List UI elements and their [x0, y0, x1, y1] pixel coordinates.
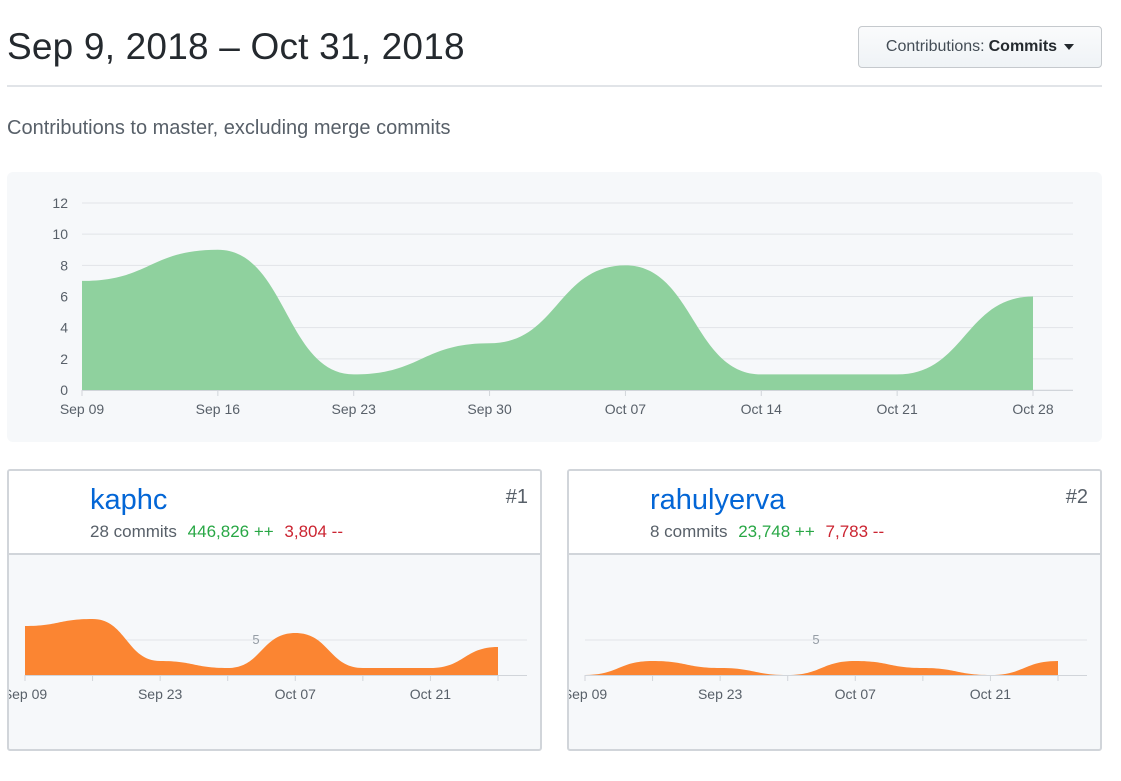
x-tick-label: Sep 09 — [569, 686, 607, 702]
y-tick-label: 8 — [60, 257, 68, 273]
header-divider — [7, 85, 1102, 87]
contributor-stats: 8 commits 23,748 ++ 7,783 -- — [650, 522, 884, 542]
commit-count: 28 commits — [90, 522, 177, 541]
x-tick-label: Sep 23 — [698, 686, 743, 702]
y-tick-label: 10 — [52, 226, 68, 242]
x-tick-label: Oct 21 — [410, 686, 451, 702]
series-area — [82, 249, 1033, 390]
contributor-card-header: kaphc #1 28 commits 446,826 ++ 3,804 -- — [9, 471, 540, 555]
contributions-dropdown-button[interactable]: Contributions: Commits — [858, 26, 1102, 68]
y-tick-label: 5 — [812, 632, 819, 647]
additions-count: 23,748 ++ — [738, 522, 815, 541]
x-tick-label: Oct 21 — [970, 686, 1011, 702]
x-tick-label: Sep 16 — [196, 401, 241, 417]
x-tick-label: Oct 07 — [835, 686, 876, 702]
x-tick-label: Oct 14 — [741, 401, 782, 417]
y-tick-label: 5 — [252, 632, 259, 647]
contributor-card-header: rahulyerva #2 8 commits 23,748 ++ 7,783 … — [569, 471, 1100, 555]
x-tick-label: Sep 23 — [332, 401, 377, 417]
series-area — [25, 619, 498, 675]
contributor-username-link[interactable]: kaphc — [90, 484, 167, 517]
y-tick-label: 4 — [60, 320, 68, 336]
y-tick-label: 2 — [60, 351, 68, 367]
y-tick-label: 0 — [60, 382, 68, 398]
contributor-card-kaphc: kaphc #1 28 commits 446,826 ++ 3,804 -- … — [7, 469, 542, 751]
dropdown-value: Commits — [988, 38, 1058, 55]
x-tick-label: Oct 28 — [1012, 401, 1053, 417]
x-tick-label: Oct 21 — [877, 401, 918, 417]
contributor-rank: #2 — [1065, 486, 1088, 508]
chart-subtitle: Contributions to master, excluding merge… — [7, 117, 451, 139]
x-tick-label: Oct 07 — [275, 686, 316, 702]
contributor-chart-svg: 5 Sep 09 Sep 23 Oct 07 Oct 21 — [9, 619, 527, 702]
page-title: Sep 9, 2018 – Oct 31, 2018 — [7, 26, 465, 67]
avatar[interactable] — [580, 483, 637, 540]
contributor-card-rahulyerva: rahulyerva #2 8 commits 23,748 ++ 7,783 … — [567, 469, 1102, 751]
series-area — [585, 661, 1058, 675]
x-tick-label: Sep 09 — [9, 686, 47, 702]
x-tick-label: Sep 09 — [60, 401, 105, 417]
deletions-count: 7,783 -- — [825, 522, 885, 541]
deletions-count: 3,804 -- — [284, 522, 344, 541]
y-tick-label: 12 — [52, 195, 68, 211]
contributor-username-link[interactable]: rahulyerva — [650, 484, 785, 517]
avatar[interactable] — [20, 483, 77, 540]
x-tick-label: Sep 30 — [467, 401, 512, 417]
caret-down-icon — [1064, 44, 1075, 50]
dropdown-prefix: Contributions: — [885, 38, 985, 55]
contributor-stats: 28 commits 446,826 ++ 3,804 -- — [90, 522, 343, 542]
x-tick-label: Sep 23 — [138, 686, 183, 702]
contributor-chart-svg: 5 Sep 09 Sep 23 Oct 07 Oct 21 — [569, 632, 1087, 702]
commits-over-time-chart: 0 2 4 6 8 10 12 Sep 09 Sep 16 Sep 23 Sep 30 Oct 07 O… — [7, 172, 1102, 442]
x-tick-label: Oct 07 — [605, 401, 646, 417]
commit-count: 8 commits — [650, 522, 728, 541]
contributor-rank: #1 — [505, 486, 528, 508]
main-chart-svg: 0 2 4 6 8 10 12 Sep 09 Sep 16 Sep 23 Sep 30 Oct 07 O… — [52, 195, 1073, 417]
y-tick-label: 6 — [60, 289, 68, 305]
additions-count: 446,826 ++ — [187, 522, 274, 541]
